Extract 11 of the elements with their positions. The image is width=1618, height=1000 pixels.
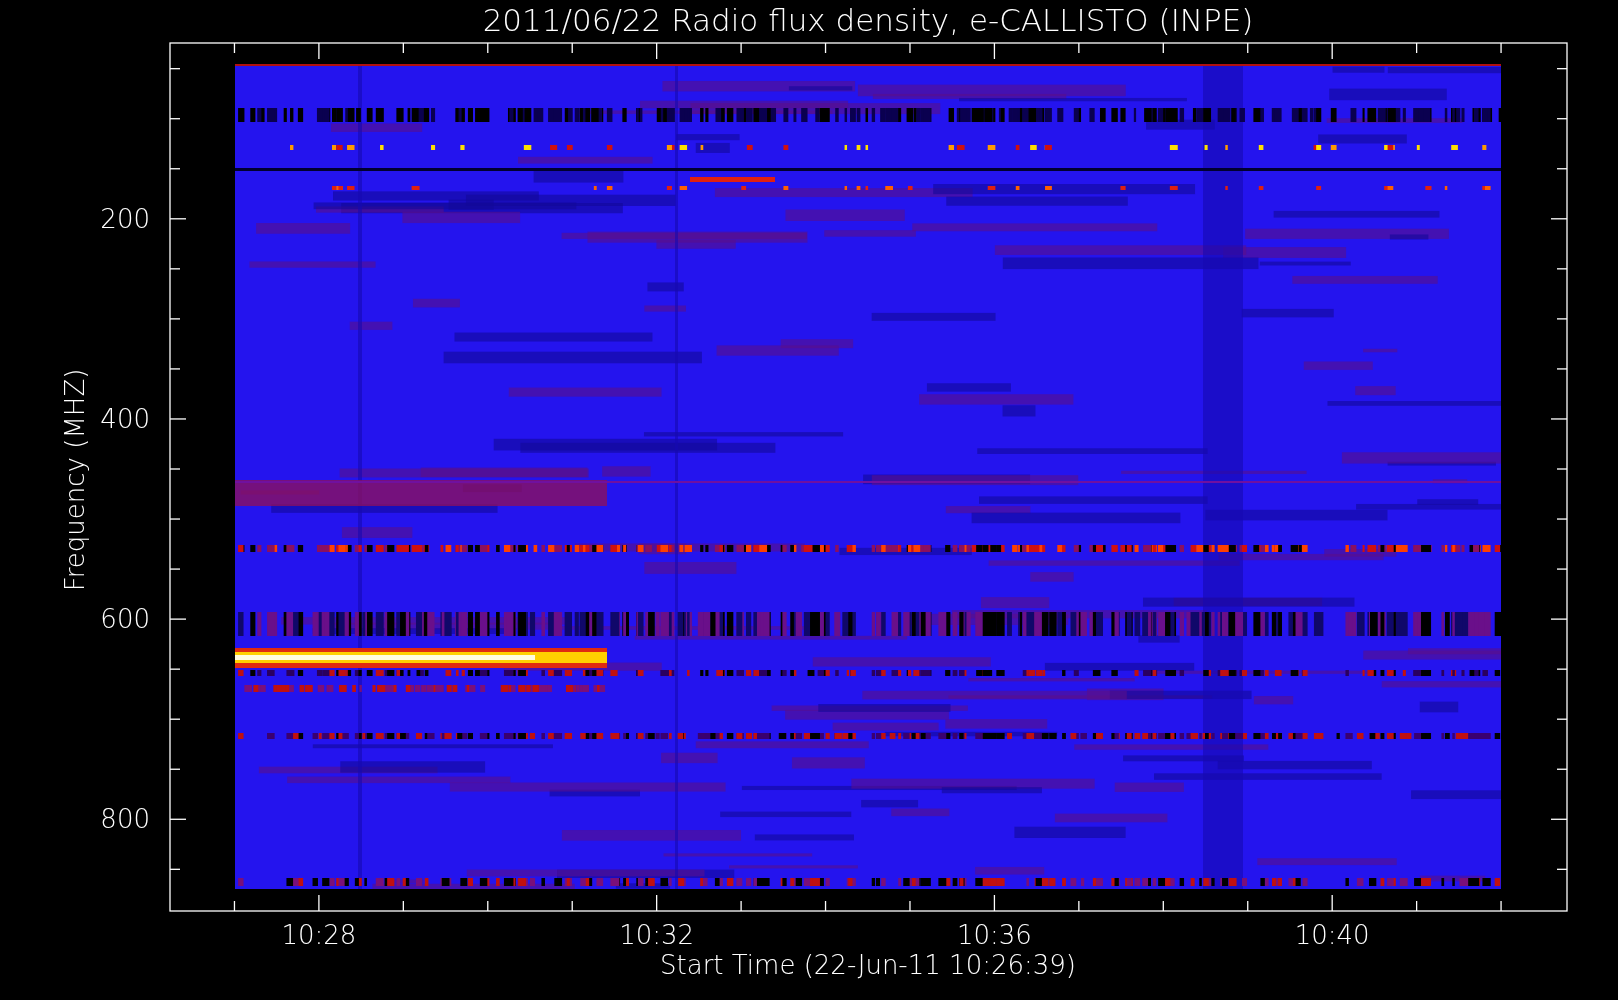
axis-label: Start Time (22-Jun-11 10:26:39) <box>660 950 1076 980</box>
tick-label: 10:32 <box>619 920 695 950</box>
plot-title: 2011/06/22 Radio flux density, e-CALLISTO (INPE) <box>482 2 1254 38</box>
axis-label: Frequency (MHZ) <box>60 368 90 592</box>
tick-label: 10:28 <box>281 920 357 950</box>
tick-label: 600 <box>100 604 150 635</box>
tick-label: 400 <box>100 403 150 434</box>
tick-label: 10:40 <box>1294 920 1370 950</box>
tick-label: 200 <box>100 203 150 234</box>
tick-label: 800 <box>100 804 150 835</box>
tick-label: 10:36 <box>956 920 1032 950</box>
